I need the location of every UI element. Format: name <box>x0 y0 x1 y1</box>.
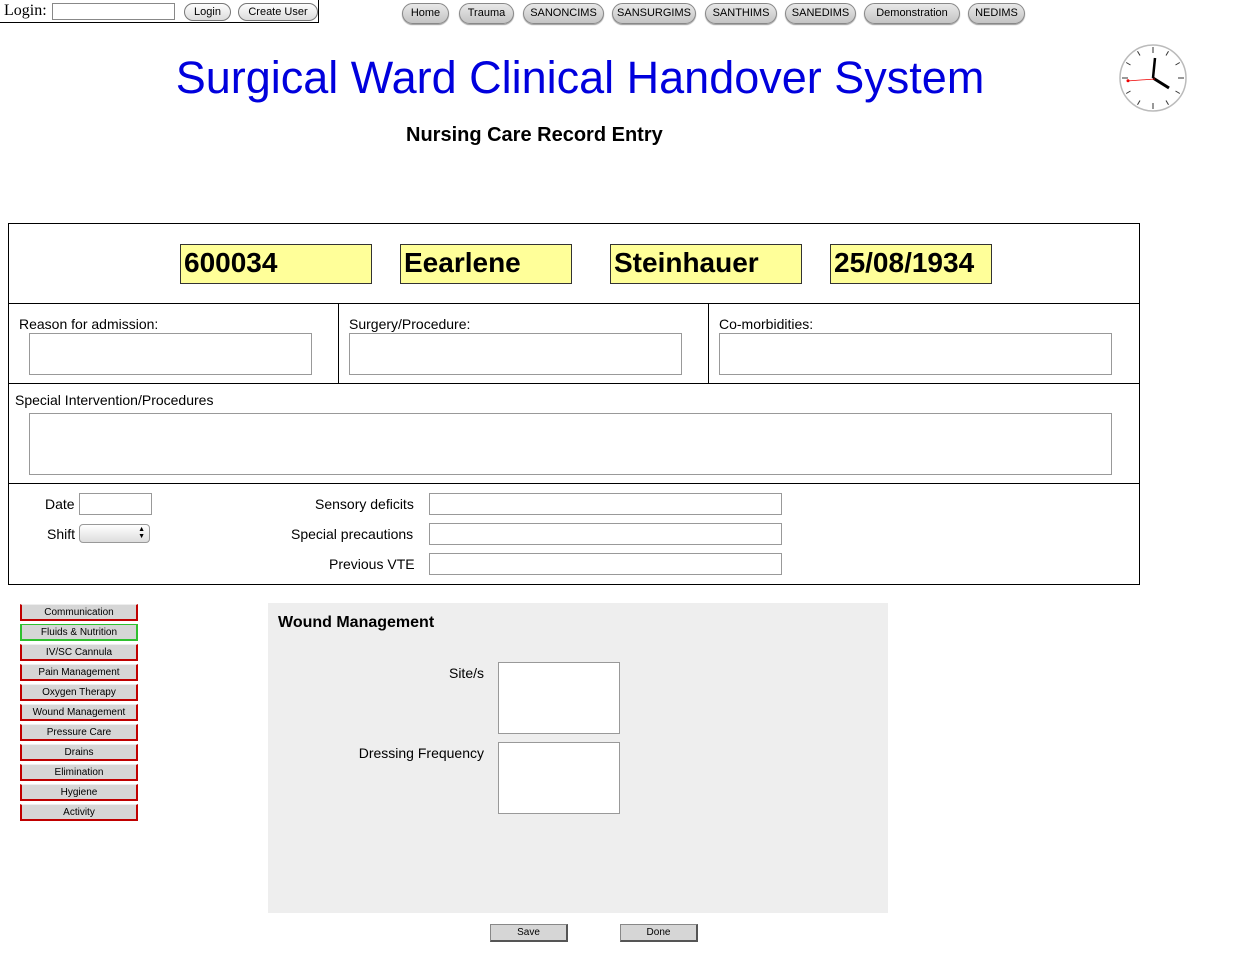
surgery-input[interactable] <box>349 333 682 375</box>
nav-trauma[interactable]: Trauma <box>459 3 514 24</box>
menu-pain-management[interactable]: Pain Management <box>20 664 138 681</box>
menu-wound-management[interactable]: Wound Management <box>20 704 138 721</box>
shift-label: Shift <box>47 526 76 542</box>
menu-activity[interactable]: Activity <box>20 804 138 821</box>
comorbidities-input[interactable] <box>719 333 1112 375</box>
select-arrows-icon: ▲ ▼ <box>138 526 145 540</box>
done-button[interactable]: Done <box>620 924 698 942</box>
patient-form: 600034 Eearlene Steinhauer 25/08/1934 Re… <box>8 223 1140 585</box>
sensory-label: Sensory deficits <box>315 496 414 512</box>
menu-drains[interactable]: Drains <box>20 744 138 761</box>
reason-input[interactable] <box>29 333 312 375</box>
site-input[interactable] <box>498 662 620 734</box>
nav-sanedims[interactable]: SANEDIMS <box>785 3 856 24</box>
divider <box>338 303 339 383</box>
clock-icon <box>1119 44 1187 112</box>
reason-label: Reason for admission: <box>19 316 159 332</box>
menu-iv-sc-cannula[interactable]: IV/SC Cannula <box>20 644 138 661</box>
menu-communication[interactable]: Communication <box>20 604 138 621</box>
patient-id-field[interactable]: 600034 <box>180 244 372 284</box>
shift-select[interactable]: ▲ ▼ <box>79 524 150 543</box>
nav-sanoncims[interactable]: SANONCIMS <box>523 3 604 24</box>
patient-last-name-field[interactable]: Steinhauer <box>610 244 802 284</box>
divider <box>9 383 1139 384</box>
precautions-label: Special precautions <box>291 526 414 542</box>
nav-home[interactable]: Home <box>402 3 449 24</box>
date-input[interactable] <box>79 493 152 515</box>
menu-fluids-nutrition[interactable]: Fluids & Nutrition <box>20 624 138 641</box>
precautions-input[interactable] <box>429 523 782 545</box>
vte-label: Previous VTE <box>329 556 415 572</box>
panel-title: Wound Management <box>278 614 435 631</box>
login-input[interactable] <box>52 3 175 20</box>
divider <box>9 303 1139 304</box>
menu-elimination[interactable]: Elimination <box>20 764 138 781</box>
login-button[interactable]: Login <box>184 3 231 21</box>
save-button[interactable]: Save <box>490 924 568 942</box>
special-intervention-label: Special Intervention/Procedures <box>15 392 214 408</box>
special-intervention-input[interactable] <box>29 413 1112 475</box>
patient-dob-field[interactable]: 25/08/1934 <box>830 244 992 284</box>
page-subtitle: Nursing Care Record Entry <box>406 124 663 146</box>
divider <box>708 303 709 383</box>
vte-input[interactable] <box>429 553 782 575</box>
dressing-frequency-label: Dressing Frequency <box>358 745 484 761</box>
menu-hygiene[interactable]: Hygiene <box>20 784 138 801</box>
create-user-button[interactable]: Create User <box>238 3 318 21</box>
login-label: Login: <box>4 2 47 19</box>
date-label: Date <box>45 496 75 512</box>
menu-pressure-care[interactable]: Pressure Care <box>20 724 138 741</box>
menu-oxygen-therapy[interactable]: Oxygen Therapy <box>20 684 138 701</box>
nav-sansurgims[interactable]: SANSURGIMS <box>612 3 696 24</box>
page-title: Surgical Ward Clinical Handover System <box>175 52 985 103</box>
site-label: Site/s <box>448 665 484 681</box>
nav-nedims[interactable]: NEDIMS <box>968 3 1025 24</box>
dressing-frequency-input[interactable] <box>498 742 620 814</box>
comorbidities-label: Co-morbidities: <box>719 316 814 332</box>
login-bar: Login: Login Create User <box>0 0 319 23</box>
divider <box>9 483 1139 484</box>
sensory-input[interactable] <box>429 493 782 515</box>
surgery-label: Surgery/Procedure: <box>349 316 471 332</box>
nav-demonstration[interactable]: Demonstration <box>864 3 960 24</box>
nav-santhims[interactable]: SANTHIMS <box>705 3 777 24</box>
wound-management-panel: Wound Management Site/s Dressing Frequen… <box>268 603 888 913</box>
patient-first-name-field[interactable]: Eearlene <box>400 244 572 284</box>
